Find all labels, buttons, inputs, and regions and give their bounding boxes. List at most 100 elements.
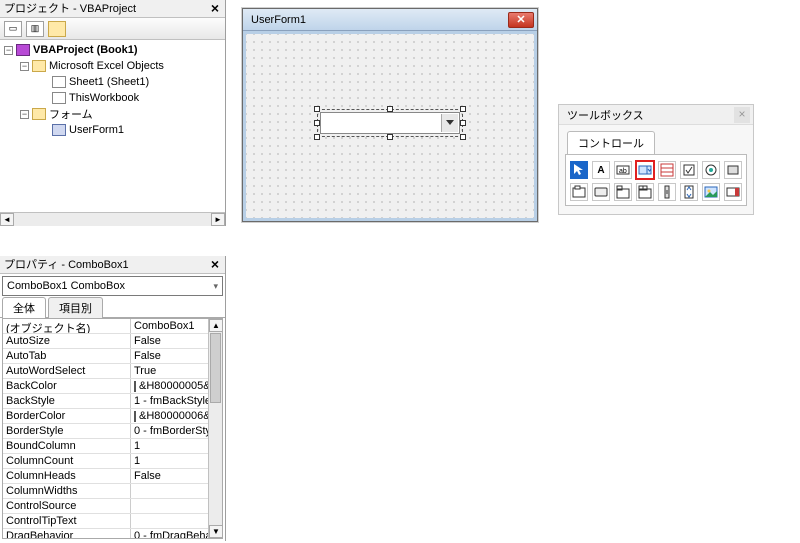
label-tool-icon[interactable]: A [592,161,610,179]
tree-root[interactable]: VBAProject (Book1) [33,44,138,56]
property-row[interactable]: (オブジェクト名)ComboBox1 [3,319,208,334]
property-value[interactable]: 0 - fmBorderStyleNone [131,424,208,438]
userform-designer[interactable]: UserForm1 ✕ [242,8,538,222]
chevron-down-icon [446,120,454,125]
property-row[interactable]: ColumnHeadsFalse [3,469,208,484]
spinbutton-tool-icon[interactable] [680,183,698,201]
combobox-control[interactable] [320,112,460,134]
property-name: ColumnHeads [3,469,131,483]
svg-text:ab: ab [619,168,627,175]
combobox-tool-icon[interactable] [635,160,655,180]
project-toolbar: ▭ ▥ [0,18,225,40]
userform-titlebar[interactable]: UserForm1 ✕ [243,9,537,31]
property-row[interactable]: ControlSource [3,499,208,514]
property-value[interactable]: &H80000006& [131,409,208,423]
scroll-right-icon[interactable]: ► [211,213,225,226]
project-explorer-panel: プロジェクト - VBAProject × ▭ ▥ − VBAProject (… [0,0,226,226]
toolbox-panel[interactable]: ツールボックス × コントロール A ab [558,104,754,215]
property-value[interactable]: False [131,334,208,348]
property-value[interactable]: False [131,349,208,363]
property-value[interactable]: 0 - fmDragBehaviorDisabled [131,529,208,538]
color-swatch-icon [134,411,136,422]
horizontal-scrollbar[interactable]: ◄ ► [0,212,225,226]
collapse-icon[interactable]: − [20,110,29,119]
resize-handle[interactable] [314,134,320,140]
property-value[interactable]: 1 [131,439,208,453]
property-row[interactable]: AutoSizeFalse [3,334,208,349]
refedit-tool-icon[interactable] [724,183,742,201]
close-icon[interactable]: × [207,257,223,273]
property-row[interactable]: DragBehavior0 - fmDragBehaviorDisabled [3,529,208,538]
property-value[interactable]: True [131,364,208,378]
tab-all[interactable]: 全体 [2,297,46,318]
project-tree[interactable]: − VBAProject (Book1) − Microsoft Excel O… [0,40,225,226]
property-value[interactable]: &H80000005& [131,379,208,393]
property-value[interactable]: False [131,469,208,483]
resize-handle[interactable] [387,134,393,140]
scroll-up-icon[interactable]: ▲ [209,319,223,332]
property-row[interactable]: BackColor&H80000005& [3,379,208,394]
toolbox-tools: A ab [565,154,747,206]
view-code-icon[interactable]: ▭ [4,21,22,37]
tree-sheet1[interactable]: Sheet1 (Sheet1) [69,76,149,88]
select-tool-icon[interactable] [570,161,588,179]
property-value[interactable]: 1 - fmBackStyleOpaque [131,394,208,408]
property-name: BorderColor [3,409,131,423]
property-name: AutoSize [3,334,131,348]
property-value[interactable]: 1 [131,454,208,468]
property-value[interactable] [131,484,208,498]
tab-categorized[interactable]: 項目別 [48,297,103,318]
property-row[interactable]: ColumnCount1 [3,454,208,469]
property-row[interactable]: BackStyle1 - fmBackStyleOpaque [3,394,208,409]
frame-tool-icon[interactable] [570,183,588,201]
image-tool-icon[interactable] [702,183,720,201]
properties-object-selector[interactable]: ComboBox1 ComboBox ▾ [2,276,223,296]
commandbutton-tool-icon[interactable] [592,183,610,201]
property-value[interactable] [131,514,208,528]
view-object-icon[interactable]: ▥ [26,21,44,37]
property-row[interactable]: ColumnWidths [3,484,208,499]
togglebutton-tool-icon[interactable] [724,161,742,179]
close-icon[interactable]: × [207,1,223,17]
toggle-folders-icon[interactable] [48,21,66,37]
property-name: BorderStyle [3,424,131,438]
scroll-left-icon[interactable]: ◄ [0,213,14,226]
collapse-icon[interactable]: − [20,62,29,71]
property-row[interactable]: ControlTipText [3,514,208,529]
checkbox-tool-icon[interactable] [680,161,698,179]
tree-excel-objects[interactable]: Microsoft Excel Objects [49,60,164,72]
vertical-scrollbar[interactable]: ▲ ▼ [208,319,222,538]
property-value[interactable] [131,499,208,513]
properties-tabs: 全体 項目別 [0,298,225,318]
userform-body[interactable] [243,31,537,221]
optionbutton-tool-icon[interactable] [702,161,720,179]
scrollbar-tool-icon[interactable] [658,183,676,201]
property-value[interactable]: ComboBox1 [131,319,208,333]
property-row[interactable]: BorderStyle0 - fmBorderStyleNone [3,424,208,439]
property-row[interactable]: BoundColumn1 [3,439,208,454]
resize-handle[interactable] [460,106,466,112]
scrollbar-thumb[interactable] [210,333,221,403]
tree-forms-folder[interactable]: フォーム [49,106,93,122]
properties-grid-body[interactable]: (オブジェクト名)ComboBox1AutoSizeFalseAutoTabFa… [3,319,208,538]
textbox-tool-icon[interactable]: ab [614,161,632,179]
close-icon[interactable]: × [734,107,750,123]
property-name: BackColor [3,379,131,393]
toolbox-tab-controls[interactable]: コントロール [567,131,655,154]
property-row[interactable]: BorderColor&H80000006& [3,409,208,424]
collapse-icon[interactable]: − [4,46,13,55]
tree-userform1[interactable]: UserForm1 [69,124,124,136]
project-panel-titlebar: プロジェクト - VBAProject × [0,0,225,18]
property-row[interactable]: AutoTabFalse [3,349,208,364]
tabstrip-tool-icon[interactable] [614,183,632,201]
property-row[interactable]: AutoWordSelectTrue [3,364,208,379]
tree-thisworkbook[interactable]: ThisWorkbook [69,92,139,104]
folder-icon [32,108,46,120]
resize-handle[interactable] [460,120,466,126]
close-icon[interactable]: ✕ [508,12,534,28]
scroll-down-icon[interactable]: ▼ [209,525,223,538]
multipage-tool-icon[interactable] [636,183,654,201]
listbox-tool-icon[interactable] [658,161,676,179]
properties-panel-titlebar: プロパティ - ComboBox1 × [0,256,225,274]
resize-handle[interactable] [460,134,466,140]
